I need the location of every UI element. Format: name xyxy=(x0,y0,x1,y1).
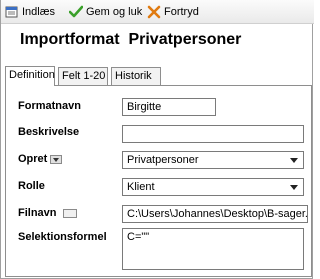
import-label: Indlæs xyxy=(22,6,56,18)
save-close-label: Gem og luk xyxy=(86,6,143,18)
cancel-button[interactable]: Fortryd xyxy=(147,4,199,20)
tab-historik[interactable]: Historik xyxy=(111,67,161,85)
opret-select[interactable]: Privatpersoner xyxy=(122,151,304,169)
chevron-down-icon xyxy=(290,158,298,163)
selektionsformel-label: Selektionsformel xyxy=(18,231,107,243)
tab-felt-1-20[interactable]: Felt 1-20 xyxy=(58,67,108,85)
chevron-down-icon xyxy=(290,185,298,190)
beskrivelse-label: Beskrivelse xyxy=(18,126,80,138)
page-title: Importformat Privatpersoner xyxy=(20,31,242,48)
filnavn-label-group: Filnavn xyxy=(18,207,77,219)
selektionsformel-textarea[interactable]: C="" xyxy=(122,228,304,270)
filnavn-field[interactable]: C:\Users\Johannes\Desktop\B-sager.xls xyxy=(122,205,308,223)
formatnavn-field[interactable]: Birgitte xyxy=(122,98,216,116)
rolle-label: Rolle xyxy=(18,180,45,192)
tab-definition[interactable]: Definition xyxy=(5,66,55,86)
cross-icon xyxy=(147,5,161,19)
browse-file-button[interactable] xyxy=(62,208,77,218)
formatnavn-label: Formatnavn xyxy=(18,100,81,112)
filnavn-label: Filnavn xyxy=(18,207,57,219)
import-button[interactable]: Indlæs xyxy=(5,4,55,20)
cancel-label: Fortryd xyxy=(164,6,199,18)
beskrivelse-field[interactable] xyxy=(122,125,304,143)
import-icon xyxy=(5,5,19,19)
rolle-select-value: Klient xyxy=(127,181,155,193)
import-format-window: Indlæs Gem og luk Fortryd Importformat P… xyxy=(0,0,314,279)
checkmark-icon xyxy=(68,5,84,19)
opret-label-group: Opret xyxy=(18,153,63,165)
rolle-select[interactable]: Klient xyxy=(122,178,304,196)
opret-menu-dropdown[interactable] xyxy=(50,154,63,164)
opret-select-value: Privatpersoner xyxy=(127,154,199,166)
toolbar: Indlæs Gem og luk Fortryd xyxy=(1,0,314,24)
save-close-button[interactable]: Gem og luk xyxy=(68,4,143,20)
opret-label: Opret xyxy=(18,153,48,165)
